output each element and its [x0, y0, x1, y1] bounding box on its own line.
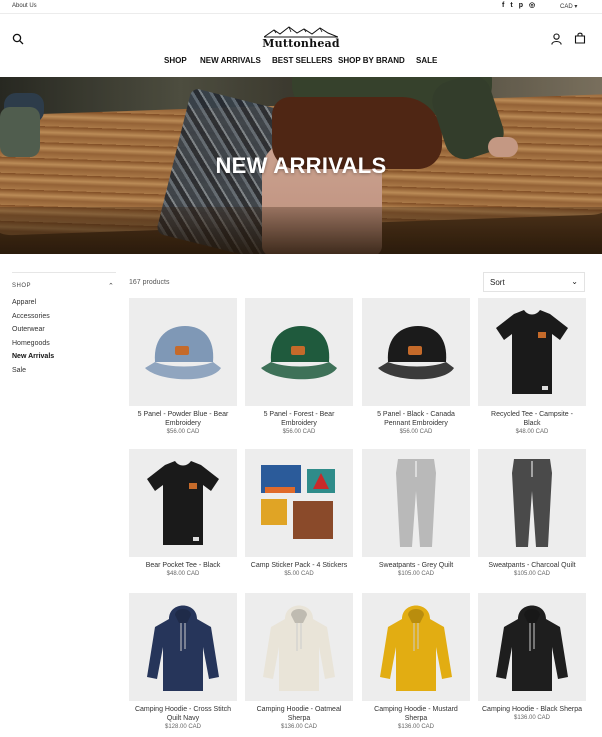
- product-image[interactable]: [362, 449, 470, 557]
- nav-shop-by-brand[interactable]: SHOP BY BRAND: [338, 56, 405, 65]
- product-card[interactable]: Bear Pocket Tee - Black $48.00 CAD: [129, 449, 237, 577]
- product-name[interactable]: Camping Hoodie - Black Sherpa: [478, 705, 586, 714]
- product-image[interactable]: [129, 298, 237, 406]
- product-card[interactable]: 5 Panel - Powder Blue - Bear Embroidery $…: [129, 298, 237, 435]
- product-card[interactable]: Camping Hoodie - Oatmeal Sherpa $136.00 C…: [245, 593, 353, 730]
- product-image[interactable]: [478, 449, 586, 557]
- product-image[interactable]: [245, 449, 353, 557]
- nav-sale[interactable]: SALE: [416, 56, 437, 65]
- facebook-icon[interactable]: f: [502, 2, 504, 10]
- sidebar-item-homegoods[interactable]: Homegoods: [12, 340, 50, 347]
- product-price: $48.00 CAD: [515, 429, 549, 435]
- product-name[interactable]: Camping Hoodie - Mustard Sherpa: [362, 705, 470, 723]
- product-name[interactable]: Camping Hoodie - Cross Stitch Quilt Navy: [129, 705, 237, 723]
- product-price: $105.00 CAD: [513, 571, 551, 577]
- product-price: $5.00 CAD: [284, 571, 314, 577]
- nav-shop[interactable]: SHOP: [164, 56, 187, 65]
- nav-new-arrivals[interactable]: NEW ARRIVALS: [200, 56, 261, 65]
- social-links: f t p ◎: [502, 2, 535, 10]
- product-name[interactable]: Bear Pocket Tee - Black: [129, 561, 237, 570]
- product-price: $105.00 CAD: [397, 571, 435, 577]
- sort-select[interactable]: Sort ⌄: [483, 272, 585, 292]
- product-card[interactable]: Camping Hoodie - Cross Stitch Quilt Navy…: [129, 593, 237, 730]
- product-count: 167 products: [129, 279, 170, 286]
- collection-title: NEW ARRIVALS: [215, 153, 387, 178]
- sidebar-item-sale[interactable]: Sale: [12, 367, 26, 374]
- product-image[interactable]: [478, 298, 586, 406]
- sidebar-heading[interactable]: SHOP: [12, 283, 31, 289]
- hero-banner: NEW ARRIVALS: [0, 77, 602, 254]
- product-image[interactable]: [245, 593, 353, 701]
- chevron-up-icon[interactable]: ⌃: [108, 282, 114, 290]
- chevron-down-icon: ⌄: [571, 277, 578, 286]
- product-name[interactable]: 5 Panel - Forest - Bear Embroidery: [245, 410, 353, 428]
- sidebar-divider: [12, 272, 116, 273]
- brand-logo[interactable]: Muttonhead: [258, 26, 344, 52]
- search-icon[interactable]: [12, 33, 24, 45]
- pinterest-icon[interactable]: p: [519, 2, 523, 10]
- logo-wordmark: Muttonhead: [262, 37, 340, 50]
- product-image[interactable]: [478, 593, 586, 701]
- product-price: $56.00 CAD: [282, 429, 316, 435]
- sidebar-item-outerwear[interactable]: Outerwear: [12, 326, 45, 333]
- product-price: $136.00 CAD: [397, 724, 435, 730]
- sidebar-item-apparel[interactable]: Apparel: [12, 299, 36, 306]
- product-name[interactable]: Camp Sticker Pack - 4 Stickers: [245, 561, 353, 570]
- product-card[interactable]: 5 Panel - Black - Canada Pennant Embroid…: [362, 298, 470, 435]
- utility-bar: About Us f t p ◎ CAD ▾: [0, 0, 602, 14]
- about-us-link[interactable]: About Us: [12, 3, 37, 9]
- account-icon[interactable]: [551, 33, 562, 45]
- product-price: $136.00 CAD: [280, 724, 318, 730]
- product-image[interactable]: [129, 449, 237, 557]
- cart-icon[interactable]: [574, 32, 586, 44]
- sort-label: Sort: [490, 278, 505, 287]
- product-price: $48.00 CAD: [166, 571, 200, 577]
- product-image[interactable]: [362, 593, 470, 701]
- product-card[interactable]: Sweatpants - Grey Quilt $105.00 CAD: [362, 449, 470, 577]
- product-name[interactable]: Camping Hoodie - Oatmeal Sherpa: [245, 705, 353, 723]
- twitter-icon[interactable]: t: [510, 2, 512, 10]
- product-price: $56.00 CAD: [399, 429, 433, 435]
- product-card[interactable]: 5 Panel - Forest - Bear Embroidery $56.00…: [245, 298, 353, 435]
- instagram-icon[interactable]: ◎: [529, 2, 535, 10]
- product-name[interactable]: Sweatpants - Grey Quilt: [362, 561, 470, 570]
- currency-selector[interactable]: CAD ▾: [560, 3, 577, 10]
- product-image[interactable]: [362, 298, 470, 406]
- nav-best-sellers[interactable]: BEST SELLERS: [272, 56, 332, 65]
- product-name[interactable]: 5 Panel - Black - Canada Pennant Embroid…: [362, 410, 470, 428]
- product-card[interactable]: Camp Sticker Pack - 4 Stickers $5.00 CAD: [245, 449, 353, 577]
- currency-label: CAD: [560, 4, 573, 10]
- product-card[interactable]: Sweatpants - Charcoal Quilt $105.00 CAD: [478, 449, 586, 577]
- product-card[interactable]: Camping Hoodie - Mustard Sherpa $136.00 C…: [362, 593, 470, 730]
- product-image[interactable]: [245, 298, 353, 406]
- product-name[interactable]: 5 Panel - Powder Blue - Bear Embroidery: [129, 410, 237, 428]
- sidebar-item-new-arrivals[interactable]: New Arrivals: [12, 353, 54, 360]
- product-price: $128.00 CAD: [164, 724, 202, 730]
- product-card[interactable]: Camping Hoodie - Black Sherpa $136.00 CAD: [478, 593, 586, 721]
- product-price: $56.00 CAD: [166, 429, 200, 435]
- product-image[interactable]: [129, 593, 237, 701]
- product-card[interactable]: Recycled Tee - Campsite - Black $48.00 CA…: [478, 298, 586, 435]
- sidebar-item-accessories[interactable]: Accessories: [12, 313, 50, 320]
- product-name[interactable]: Sweatpants - Charcoal Quilt: [478, 561, 586, 570]
- product-price: $136.00 CAD: [513, 715, 551, 721]
- product-name[interactable]: Recycled Tee - Campsite - Black: [478, 410, 586, 428]
